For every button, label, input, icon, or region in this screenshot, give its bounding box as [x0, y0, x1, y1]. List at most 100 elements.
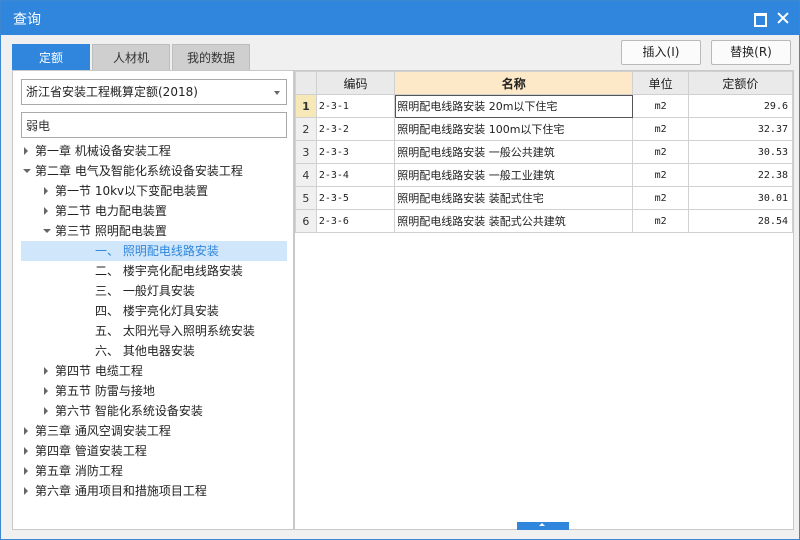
expand-arrow-down-icon[interactable] [23, 169, 31, 173]
expand-arrow-right-icon[interactable] [24, 487, 28, 495]
expand-arrow-right-icon[interactable] [44, 187, 48, 195]
column-header-code[interactable]: 编码 [315, 71, 396, 95]
tree-node[interactable]: 二、 楼宇亮化配电线路安装 [21, 261, 287, 281]
tree-node-label: 第四章 管道安装工程 [35, 444, 147, 458]
cell-name[interactable]: 照明配电线路安装 一般工业建筑 [394, 163, 634, 187]
cell-unit[interactable]: m2 [632, 209, 689, 233]
expand-arrow-right-icon[interactable] [24, 447, 28, 455]
tree-node[interactable]: 四、 楼宇亮化灯具安装 [21, 301, 287, 321]
window-title: 查询 [13, 12, 41, 28]
cell-name[interactable]: 照明配电线路安装 装配式住宅 [394, 186, 634, 210]
table-row[interactable]: 2 2-3-2 照明配电线路安装 100m以下住宅 m2 32.37 [295, 117, 794, 141]
tree-node-label: 第五节 防雷与接地 [55, 384, 155, 398]
tree-node[interactable]: 第五章 消防工程 [21, 461, 287, 481]
table-row[interactable]: 1 2-3-1 照明配电线路安装 20m以下住宅 m2 29.6 [295, 94, 794, 118]
expand-arrow-right-icon[interactable] [44, 207, 48, 215]
tree-node-label: 一、 照明配电线路安装 [95, 244, 219, 258]
chevron-down-icon[interactable] [274, 91, 280, 95]
tab-my-data[interactable]: 我的数据 [172, 44, 250, 70]
cell-price[interactable]: 28.54 [687, 209, 794, 233]
tab-labor-material[interactable]: 人材机 [92, 44, 170, 70]
cell-name[interactable]: 照明配电线路安装 装配式公共建筑 [394, 209, 634, 233]
tree-node[interactable]: 五、 太阳光导入照明系统安装 [21, 321, 287, 341]
tree-node[interactable]: 三、 一般灯具安装 [21, 281, 287, 301]
cell-unit[interactable]: m2 [632, 186, 689, 210]
expand-arrow-right-icon[interactable] [24, 147, 28, 155]
column-header-unit[interactable]: 单位 [632, 71, 689, 95]
tree-node-label: 五、 太阳光导入照明系统安装 [95, 324, 255, 338]
tree-node-label: 六、 其他电器安装 [95, 344, 195, 358]
expand-arrow-right-icon[interactable] [24, 427, 28, 435]
maximize-icon[interactable] [752, 11, 767, 27]
search-input[interactable] [21, 112, 287, 138]
cell-name[interactable]: 照明配电线路安装 100m以下住宅 [394, 117, 634, 141]
tree-node-label: 第一章 机械设备安装工程 [35, 144, 171, 158]
insert-button[interactable]: 插入(I) [621, 40, 701, 65]
cell-price[interactable]: 30.01 [687, 186, 794, 210]
cell-price[interactable]: 22.38 [687, 163, 794, 187]
column-header-name[interactable]: 名称 [394, 71, 634, 95]
cell-code[interactable]: 2-3-3 [315, 140, 396, 164]
cell-price[interactable]: 30.53 [687, 140, 794, 164]
tree-node[interactable]: 第四节 电缆工程 [21, 361, 287, 381]
library-select-value: 浙江省安装工程概算定额(2018) [26, 85, 198, 99]
cell-price[interactable]: 32.37 [687, 117, 794, 141]
tab-quota[interactable]: 定额 [12, 44, 90, 70]
tree-node[interactable]: 第一节 10kv以下变配电装置 [21, 181, 287, 201]
expand-arrow-down-icon[interactable] [43, 229, 51, 233]
tree-node[interactable]: 六、 其他电器安装 [21, 341, 287, 361]
library-select[interactable]: 浙江省安装工程概算定额(2018) [21, 79, 287, 105]
tree-node[interactable]: 第二章 电气及智能化系统设备安装工程 [21, 161, 287, 181]
tree-node-label: 第一节 10kv以下变配电装置 [55, 184, 209, 198]
tree-node[interactable]: 第四章 管道安装工程 [21, 441, 287, 461]
cell-code[interactable]: 2-3-1 [315, 94, 396, 118]
table-row[interactable]: 6 2-3-6 照明配电线路安装 装配式公共建筑 m2 28.54 [295, 209, 794, 233]
column-header-price[interactable]: 定额价 [687, 71, 794, 95]
cell-code[interactable]: 2-3-4 [315, 163, 396, 187]
cell-code[interactable]: 2-3-5 [315, 186, 396, 210]
row-number[interactable]: 1 [295, 94, 317, 118]
row-number[interactable]: 6 [295, 209, 317, 233]
tree-node-label: 第二章 电气及智能化系统设备安装工程 [35, 164, 243, 178]
table-row[interactable]: 3 2-3-3 照明配电线路安装 一般公共建筑 m2 30.53 [295, 140, 794, 164]
title-bar[interactable]: 查询 [1, 1, 799, 35]
quota-grid-panel: 编码 名称 单位 定额价 1 2-3-1 照明配电线路安装 20m以下住宅 m2 29.… [294, 70, 794, 530]
row-number[interactable]: 3 [295, 140, 317, 164]
tree-node[interactable]: 第六章 通用项目和措施项目工程 [21, 481, 287, 501]
cell-name[interactable]: 照明配电线路安装 20m以下住宅 [394, 94, 634, 118]
tree-node[interactable]: 第一章 机械设备安装工程 [21, 141, 287, 161]
expand-arrow-right-icon[interactable] [44, 387, 48, 395]
tree-node-label: 第四节 电缆工程 [55, 364, 143, 378]
replace-button[interactable]: 替换(R) [711, 40, 791, 65]
cell-unit[interactable]: m2 [632, 163, 689, 187]
tree-node[interactable]: 第五节 防雷与接地 [21, 381, 287, 401]
tree-node[interactable]: 第三章 通风空调安装工程 [21, 421, 287, 441]
tree-node-label: 三、 一般灯具安装 [95, 284, 195, 298]
cell-unit[interactable]: m2 [632, 140, 689, 164]
collapse-handle[interactable] [517, 522, 569, 530]
cell-unit[interactable]: m2 [632, 117, 689, 141]
tree-node[interactable]: 第三节 照明配电装置 [21, 221, 287, 241]
tree-node-label: 第六章 通用项目和措施项目工程 [35, 484, 207, 498]
row-number[interactable]: 5 [295, 186, 317, 210]
table-row[interactable]: 5 2-3-5 照明配电线路安装 装配式住宅 m2 30.01 [295, 186, 794, 210]
cell-name[interactable]: 照明配电线路安装 一般公共建筑 [394, 140, 634, 164]
expand-arrow-right-icon[interactable] [24, 467, 28, 475]
expand-arrow-right-icon[interactable] [44, 367, 48, 375]
tree-node-label: 第二节 电力配电装置 [55, 204, 167, 218]
left-panel: 浙江省安装工程概算定额(2018) 第一章 机械设备安装工程第二章 电气及智能化… [12, 70, 294, 530]
tree-node[interactable]: 第二节 电力配电装置 [21, 201, 287, 221]
row-number[interactable]: 4 [295, 163, 317, 187]
table-row[interactable]: 4 2-3-4 照明配电线路安装 一般工业建筑 m2 22.38 [295, 163, 794, 187]
row-number[interactable]: 2 [295, 117, 317, 141]
tree-node-label: 第三章 通风空调安装工程 [35, 424, 171, 438]
cell-unit[interactable]: m2 [632, 94, 689, 118]
tree-node-label: 二、 楼宇亮化配电线路安装 [95, 264, 243, 278]
close-icon[interactable] [776, 11, 790, 25]
tree-node[interactable]: 第六节 智能化系统设备安装 [21, 401, 287, 421]
cell-code[interactable]: 2-3-6 [315, 209, 396, 233]
cell-price[interactable]: 29.6 [687, 94, 794, 118]
tree-node[interactable]: 一、 照明配电线路安装 [21, 241, 287, 261]
cell-code[interactable]: 2-3-2 [315, 117, 396, 141]
expand-arrow-right-icon[interactable] [44, 407, 48, 415]
